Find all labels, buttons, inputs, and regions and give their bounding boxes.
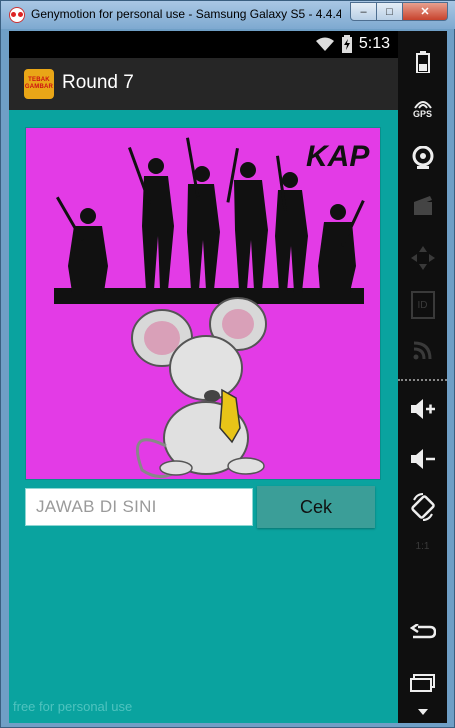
maximize-button[interactable]: □ xyxy=(376,2,403,21)
cast-icon[interactable] xyxy=(398,339,447,361)
status-bar: 5:13 xyxy=(9,31,398,58)
puzzle-illustration: KAP xyxy=(54,137,370,478)
puzzle-text: KAP xyxy=(306,140,370,173)
battery-charging-icon xyxy=(341,35,352,53)
answer-input[interactable] xyxy=(25,488,253,526)
gps-icon[interactable]: GPS xyxy=(398,99,447,119)
pixel-label: 1:1 xyxy=(415,541,430,552)
status-time: 5:13 xyxy=(358,35,390,52)
emulator-window: Genymotion for personal use - Samsung Ga… xyxy=(0,0,455,728)
window-title: Genymotion for personal use - Samsung Ga… xyxy=(31,7,341,21)
cek-button[interactable]: Cek xyxy=(257,486,375,528)
minimize-button[interactable]: – xyxy=(350,2,377,21)
sidebar-divider xyxy=(398,379,447,383)
app-logo[interactable]: TEBAK GAMBAR xyxy=(24,69,54,99)
back-icon[interactable] xyxy=(398,624,447,640)
wifi-icon xyxy=(315,37,334,51)
rotate-icon[interactable] xyxy=(398,493,447,521)
genymotion-sidebar: GPS ID 1:1 xyxy=(398,31,447,723)
android-screen: 5:13 TEBAK GAMBAR Round 7 KAP JAWAB DI S… xyxy=(9,31,398,723)
action-bar: TEBAK GAMBAR Round 7 xyxy=(9,58,398,110)
pixel-perfect-icon[interactable]: 1:1 xyxy=(398,541,447,552)
volume-down-icon[interactable] xyxy=(398,449,447,469)
recent-apps-icon[interactable] xyxy=(398,674,447,692)
puzzle-image: KAP xyxy=(25,127,381,480)
id-icon[interactable]: ID xyxy=(398,291,447,319)
close-button[interactable]: ✕ xyxy=(402,2,448,21)
mouse-illustration xyxy=(131,297,267,478)
logo-text-2: GAMBAR xyxy=(24,84,54,90)
window-titlebar[interactable]: Genymotion for personal use - Samsung Ga… xyxy=(1,1,455,29)
logo-text-1: TEBAK xyxy=(28,77,50,83)
volume-up-icon[interactable] xyxy=(398,399,447,419)
dpad-icon[interactable] xyxy=(398,246,447,270)
round-title: Round 7 xyxy=(62,72,134,93)
clapper-icon[interactable] xyxy=(398,196,447,216)
webcam-icon[interactable] xyxy=(398,146,447,170)
watermark-text: free for personal use xyxy=(13,699,133,714)
gps-label: GPS xyxy=(412,109,432,119)
menu-icon[interactable] xyxy=(398,709,447,715)
battery-icon[interactable] xyxy=(398,51,447,73)
id-label: ID xyxy=(410,291,435,319)
genymotion-icon xyxy=(9,7,25,23)
